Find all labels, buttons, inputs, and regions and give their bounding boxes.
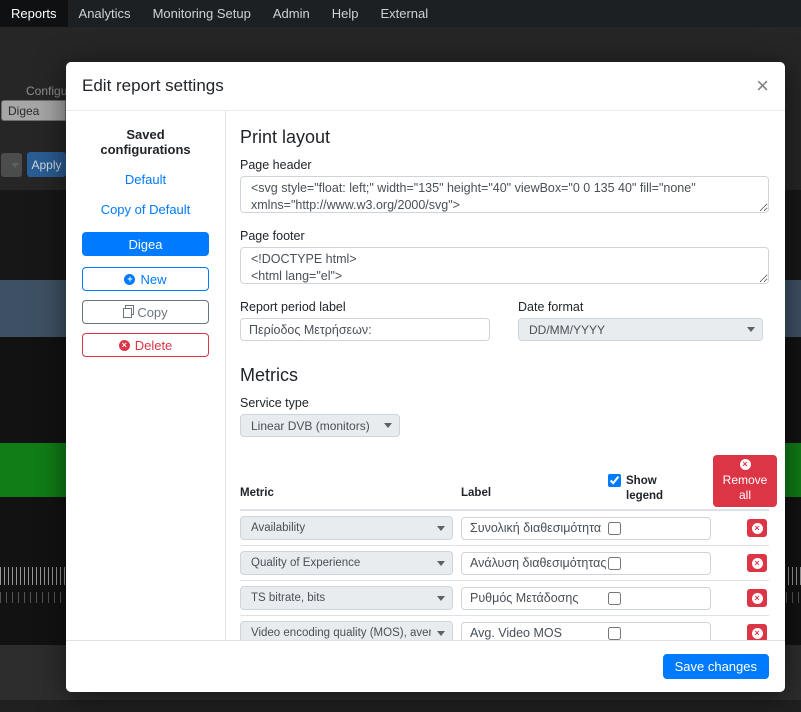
service-type-label: Service type [240, 396, 769, 410]
metric-column-header: Metric [240, 487, 453, 507]
chevron-down-icon [384, 423, 392, 428]
config-link-default[interactable]: Default [82, 172, 209, 187]
delete-metric-button[interactable]: × [747, 554, 767, 572]
configuration-select: Digea [1, 100, 66, 121]
x-circle-icon: × [752, 558, 763, 569]
nav-item-reports[interactable]: Reports [0, 0, 68, 27]
report-period-input[interactable] [240, 318, 490, 341]
date-format-field-group: Date format DD/MM/YYYY [518, 300, 769, 341]
edit-report-settings-modal: Edit report settings × Saved configurati… [66, 62, 785, 692]
remove-all-button[interactable]: × Remove all [713, 455, 777, 507]
metric-label-input[interactable] [461, 622, 711, 641]
modal-title: Edit report settings [82, 76, 224, 96]
saved-configurations-heading: Saved configurations [82, 127, 209, 157]
page-footer-label: Page footer [240, 229, 769, 243]
saved-configurations-sidebar: Saved configurations Default Copy of Def… [66, 111, 225, 640]
date-format-value: DD/MM/YYYY [529, 323, 605, 337]
config-selected-digea-button[interactable]: Digea [82, 232, 209, 256]
x-circle-icon: × [752, 523, 763, 534]
nav-item-help[interactable]: Help [321, 0, 370, 27]
new-button-label: New [140, 272, 166, 287]
metric-select-value: Video encoding quality (MOS), average [251, 627, 431, 639]
report-period-field-group: Report period label [240, 300, 490, 341]
delete-metric-button[interactable]: × [747, 519, 767, 537]
print-layout-heading: Print layout [240, 127, 769, 148]
metric-select-value: Quality of Experience [251, 557, 360, 569]
copy-icon [123, 307, 132, 317]
metric-label-input[interactable] [461, 517, 711, 540]
chevron-down-icon [437, 596, 445, 601]
chevron-down-icon [11, 163, 19, 168]
copy-button-label: Copy [137, 305, 167, 320]
chevron-down-icon [437, 561, 445, 566]
metric-table-row: Availability × [240, 511, 769, 545]
service-type-select[interactable]: Linear DVB (monitors) [240, 414, 400, 437]
service-type-value: Linear DVB (monitors) [251, 419, 370, 433]
x-circle-icon: × [752, 628, 763, 639]
background-band [0, 700, 801, 712]
modal-body: Saved configurations Default Copy of Def… [66, 111, 785, 640]
metric-table-row: TS bitrate, bits × [240, 580, 769, 615]
chevron-down-icon [747, 327, 755, 332]
metrics-heading: Metrics [240, 365, 769, 386]
selected-config-label: Digea [129, 237, 163, 252]
delete-metric-button[interactable]: × [747, 624, 767, 640]
x-circle-icon: × [740, 459, 751, 470]
delete-metric-button[interactable]: × [747, 589, 767, 607]
configuration-dropdown-button [1, 153, 22, 177]
metric-select[interactable]: Quality of Experience [240, 551, 453, 575]
x-circle-icon: × [119, 340, 130, 351]
nav-item-analytics[interactable]: Analytics [68, 0, 142, 27]
metrics-table-header: Metric Label Show legend × Remove all [240, 455, 769, 511]
remove-all-label: Remove all [720, 473, 770, 503]
chevron-down-icon [437, 631, 445, 636]
page-header-label: Page header [240, 158, 769, 172]
report-period-label: Report period label [240, 300, 490, 314]
show-legend-header-label: Show legend [626, 474, 668, 503]
show-legend-header-checkbox[interactable] [608, 474, 621, 487]
delete-button-label: Delete [135, 338, 173, 353]
chevron-down-icon [437, 526, 445, 531]
close-icon[interactable]: × [756, 75, 769, 97]
show-legend-checkbox[interactable] [608, 557, 621, 570]
top-navbar: Reports Analytics Monitoring Setup Admin… [0, 0, 801, 27]
copy-config-button[interactable]: Copy [82, 300, 209, 324]
delete-config-button[interactable]: × Delete [82, 333, 209, 357]
show-legend-checkbox[interactable] [608, 592, 621, 605]
nav-item-external[interactable]: External [369, 0, 439, 27]
save-changes-button[interactable]: Save changes [663, 654, 769, 679]
metric-select[interactable]: Video encoding quality (MOS), average [240, 621, 453, 640]
metric-table-row: Video encoding quality (MOS), average × [240, 615, 769, 640]
modal-header: Edit report settings × [66, 62, 785, 111]
x-circle-icon: × [752, 593, 763, 604]
modal-content: Print layout Page header Page footer Rep… [225, 111, 785, 640]
metric-select[interactable]: Availability [240, 516, 453, 540]
new-config-button[interactable]: + New [82, 267, 209, 291]
metric-label-input[interactable] [461, 587, 711, 610]
page-footer-textarea[interactable] [240, 247, 769, 284]
nav-item-admin[interactable]: Admin [262, 0, 321, 27]
date-format-select[interactable]: DD/MM/YYYY [518, 318, 763, 341]
metric-label-input[interactable] [461, 552, 711, 575]
page-header-textarea[interactable] [240, 176, 769, 213]
show-legend-header: Show legend [605, 474, 705, 507]
config-link-copy-of-default[interactable]: Copy of Default [82, 202, 209, 217]
metrics-table: Metric Label Show legend × Remove all Av… [240, 455, 769, 640]
plus-circle-icon: + [124, 274, 135, 285]
metric-table-row: Quality of Experience × [240, 545, 769, 580]
apply-button: Apply [27, 152, 66, 177]
metrics-rows: Availability × Quality of Experience × T… [240, 511, 769, 640]
nav-item-monitoring-setup[interactable]: Monitoring Setup [142, 0, 262, 27]
metric-select-value: Availability [251, 522, 305, 534]
metric-select-value: TS bitrate, bits [251, 592, 325, 604]
metric-select[interactable]: TS bitrate, bits [240, 586, 453, 610]
label-column-header: Label [461, 487, 597, 507]
modal-footer: Save changes [66, 640, 785, 692]
date-format-label: Date format [518, 300, 769, 314]
show-legend-checkbox[interactable] [608, 522, 621, 535]
show-legend-checkbox[interactable] [608, 627, 621, 640]
